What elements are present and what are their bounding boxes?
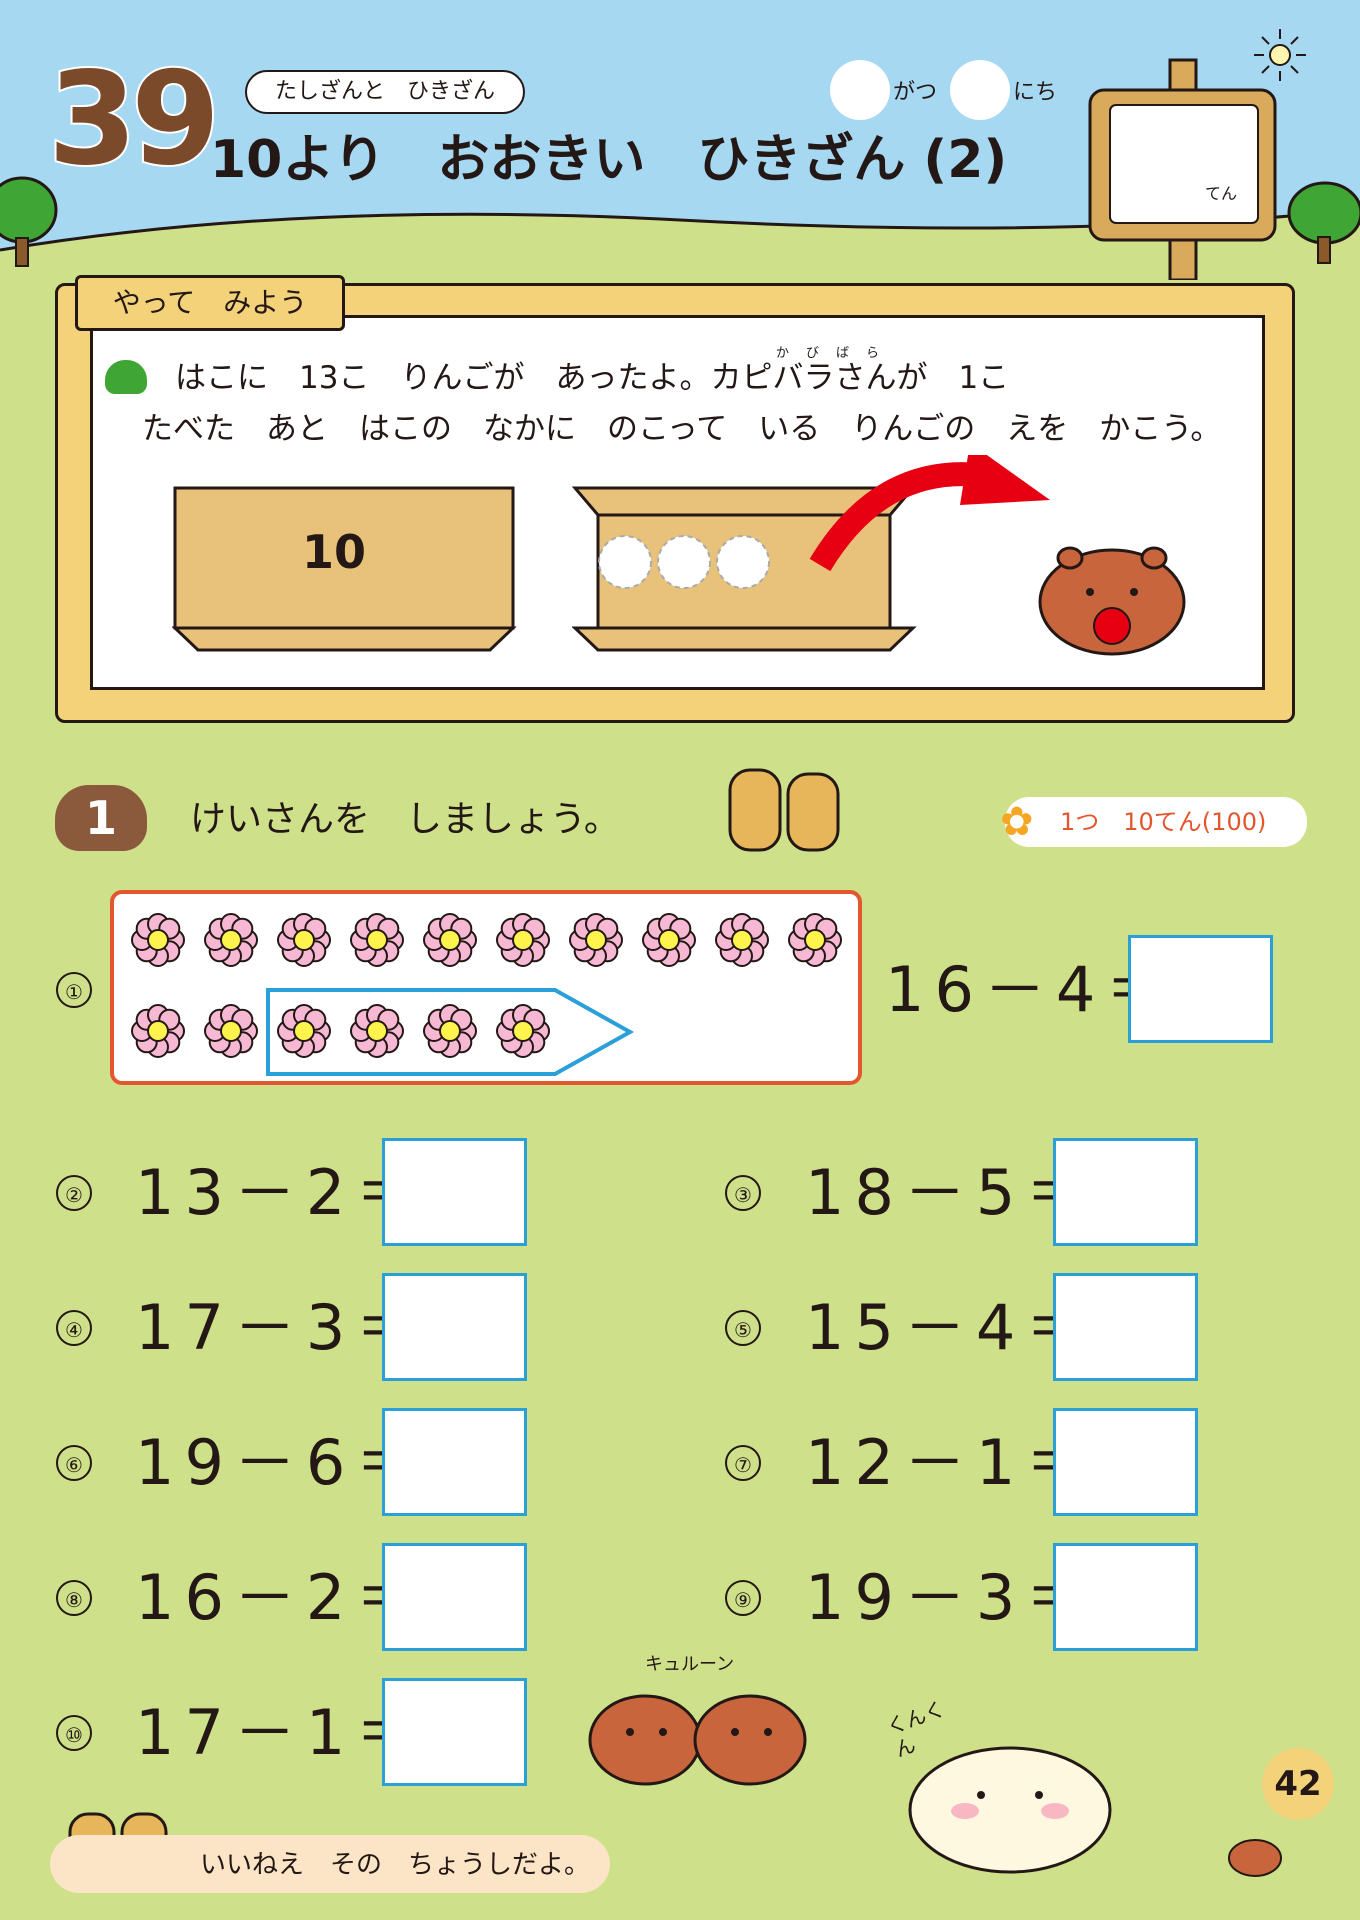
problem-label-10: ⑩ bbox=[56, 1715, 92, 1751]
pink-flower-icon bbox=[642, 913, 696, 967]
pink-flower-icon bbox=[423, 913, 477, 967]
tree-icon bbox=[1287, 181, 1360, 264]
pink-flower-icon bbox=[496, 913, 550, 967]
intro-tag-label: やって みよう bbox=[112, 286, 308, 319]
pink-flower-icon bbox=[131, 1004, 185, 1058]
pink-flower-icon bbox=[423, 1004, 477, 1058]
problem-label-3: ③ bbox=[725, 1175, 761, 1211]
answer-box-9[interactable] bbox=[1053, 1543, 1198, 1651]
lesson-number: 39 bbox=[46, 43, 222, 196]
answer-box-4[interactable] bbox=[382, 1273, 527, 1381]
section-number: 1 bbox=[84, 791, 117, 845]
pink-flower-icon bbox=[350, 1004, 404, 1058]
prairie-dog-icon bbox=[728, 768, 840, 852]
capybara-pair-icon bbox=[588, 1694, 807, 1786]
month-label: がつ bbox=[893, 80, 938, 105]
intro-tag: やって みよう bbox=[75, 275, 345, 331]
section-instruction: けいさんを しましょう。 bbox=[190, 799, 620, 840]
problem-label-2: ② bbox=[56, 1175, 92, 1211]
pink-flower-icon bbox=[788, 913, 842, 967]
red-arrow-icon bbox=[809, 455, 1050, 572]
intro-text-line1: はこに 13こ りんごが あったよ。カピバラさんが 1こ bbox=[175, 360, 1010, 396]
problem-label-9: ⑨ bbox=[725, 1580, 761, 1616]
page-title: 10より おおきい ひきざん (2) bbox=[210, 130, 1008, 190]
answer-box-1[interactable] bbox=[1128, 935, 1273, 1043]
orange-flower-icon: ✿ bbox=[1000, 799, 1034, 845]
answer-box-2[interactable] bbox=[382, 1138, 527, 1246]
category-label: たしざんと ひきざん bbox=[274, 79, 495, 104]
points-label: 1つ 10てん(100) bbox=[1060, 808, 1267, 836]
answer-box-6[interactable] bbox=[382, 1408, 527, 1516]
white-capybara-icon bbox=[908, 1746, 1112, 1874]
answer-box-5[interactable] bbox=[1053, 1273, 1198, 1381]
capybara-eating-icon bbox=[1038, 546, 1186, 656]
pink-flower-icon bbox=[350, 913, 404, 967]
day-label: にち bbox=[1013, 80, 1058, 105]
pink-flower-icon bbox=[496, 1004, 550, 1058]
pink-flower-icon bbox=[204, 1004, 258, 1058]
pink-flower-icon bbox=[569, 913, 623, 967]
pink-flower-icon bbox=[277, 913, 331, 967]
category-pill: たしざんと ひきざん bbox=[245, 70, 525, 114]
answer-box-8[interactable] bbox=[382, 1543, 527, 1651]
problem-label-4: ④ bbox=[56, 1310, 92, 1346]
intro-text-line2: たべた あと はこの なかに のこって いる りんごの えを かこう。 bbox=[142, 411, 1222, 447]
score-label: てん bbox=[1205, 184, 1238, 203]
small-capybara-icon bbox=[1228, 1839, 1282, 1877]
problem-label-8: ⑧ bbox=[56, 1580, 92, 1616]
points-pill: ✿ 1つ 10てん(100) bbox=[1000, 797, 1307, 847]
problem-label-5: ⑤ bbox=[725, 1310, 761, 1346]
problem-label-1: ① bbox=[56, 972, 92, 1008]
answer-box-10[interactable] bbox=[382, 1678, 527, 1786]
pink-flower-icon bbox=[204, 913, 258, 967]
answer-box-7[interactable] bbox=[1053, 1408, 1198, 1516]
pink-flower-icon bbox=[715, 913, 769, 967]
day-input[interactable] bbox=[950, 60, 1010, 120]
green-bullet-icon bbox=[105, 360, 147, 394]
dashed-apples bbox=[598, 535, 770, 589]
pink-flower-icon bbox=[131, 913, 185, 967]
page-number: 42 bbox=[1274, 1764, 1322, 1804]
month-input[interactable] bbox=[830, 60, 890, 120]
worksheet-page: 39 たしざんと ひきざん 10より おおきい ひきざん (2) がつ にち て… bbox=[0, 0, 1360, 1920]
answer-box-3[interactable] bbox=[1053, 1138, 1198, 1246]
problem-label-6: ⑥ bbox=[56, 1445, 92, 1481]
problem-label-7: ⑦ bbox=[725, 1445, 761, 1481]
pink-flower-icon bbox=[277, 1004, 331, 1058]
full-box-label: 10 bbox=[302, 525, 367, 579]
footer-message: いいねえ その ちょうしだよ。 bbox=[200, 1850, 591, 1880]
